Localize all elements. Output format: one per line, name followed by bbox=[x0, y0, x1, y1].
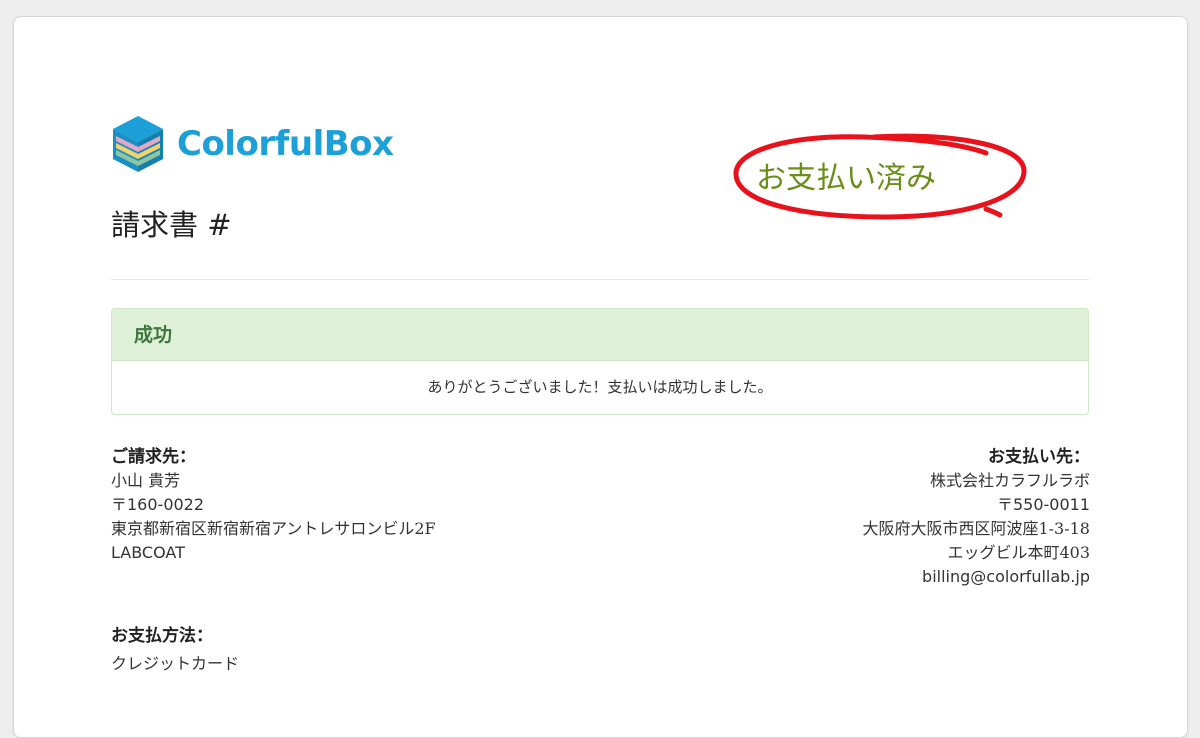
bill-to-address: 東京都新宿区新宿新宿アントレサロンビル2F bbox=[111, 519, 436, 538]
paid-stamp-text: お支払い済み bbox=[756, 161, 936, 196]
payment-method-value: クレジットカード bbox=[111, 654, 240, 673]
header-divider bbox=[111, 279, 1089, 280]
success-alert: 成功 ありがとうございました！支払いは成功しました。 bbox=[111, 308, 1089, 415]
pay-to-postal: 〒550-0011 bbox=[996, 495, 1090, 514]
pay-to-email: billing@colorfullab.jp bbox=[922, 567, 1090, 586]
pay-to-heading: お支払い先： bbox=[988, 447, 1090, 467]
pay-to-section: お支払い先： 株式会社カラフルラボ 〒550-0011 大阪府大阪市西区阿波座1… bbox=[862, 445, 1090, 589]
bill-to-name: 小山 貴芳 bbox=[111, 471, 181, 490]
pay-to-company: 株式会社カラフルラボ bbox=[929, 471, 1090, 490]
invoice-sheet: ColorfulBox 請求書 # お支払い済み 成功 ありがとうございました！… bbox=[13, 16, 1188, 738]
invoice-title: 請求書 # bbox=[111, 208, 232, 242]
paid-stamp: お支払い済み bbox=[724, 125, 1034, 227]
stacked-cube-logo-icon bbox=[113, 116, 163, 172]
payment-method-section: お支払方法： クレジットカード bbox=[111, 623, 239, 677]
pay-to-address2: エッグビル本町403 bbox=[947, 543, 1090, 562]
alert-message: ありがとうございました！支払いは成功しました。 bbox=[427, 378, 773, 396]
bill-to-postal: 〒160-0022 bbox=[111, 495, 205, 514]
brand-logo[interactable]: ColorfulBox bbox=[111, 114, 394, 174]
bill-to-company: LABCOAT bbox=[111, 543, 185, 562]
brand-name: ColorfulBox bbox=[177, 124, 394, 164]
bill-to-heading: ご請求先： bbox=[111, 447, 196, 467]
bill-to-section: ご請求先： 小山 貴芳 〒160-0022 東京都新宿区新宿新宿アントレサロンビ… bbox=[111, 445, 436, 565]
payment-method-heading: お支払方法： bbox=[111, 626, 213, 646]
alert-title: 成功 bbox=[112, 309, 1088, 361]
pay-to-address1: 大阪府大阪市西区阿波座1-3-18 bbox=[862, 519, 1090, 538]
